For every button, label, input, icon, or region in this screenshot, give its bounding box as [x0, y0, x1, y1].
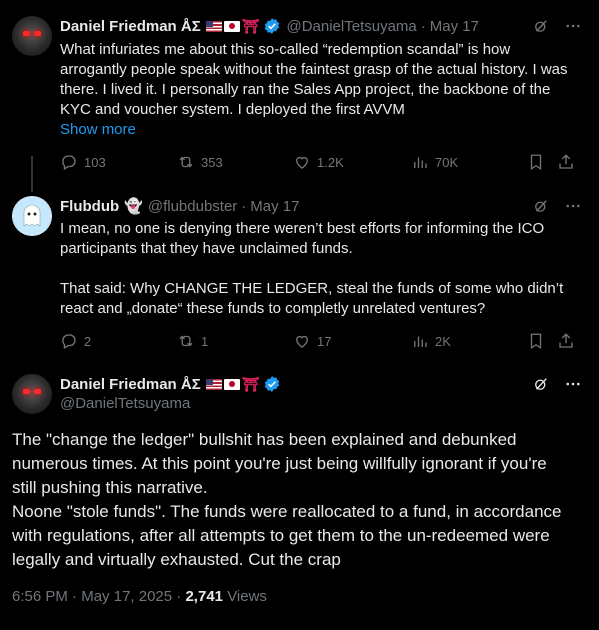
- more-icon[interactable]: [564, 197, 582, 220]
- more-icon[interactable]: [564, 375, 582, 398]
- separator: ·: [420, 17, 426, 35]
- tweet-text: The "change the ledger" bullshit has bee…: [12, 430, 562, 569]
- japan-flag-icon: [223, 20, 240, 32]
- author-name[interactable]: Flubdub: [60, 198, 119, 215]
- torii-icon: ⛩: [241, 375, 260, 392]
- avatar[interactable]: [12, 16, 52, 56]
- grok-icon[interactable]: [532, 375, 550, 398]
- views-button[interactable]: 2K: [411, 332, 451, 350]
- reply-icon: [62, 155, 76, 170]
- grok-icon[interactable]: [532, 17, 550, 40]
- tweet-2[interactable]: Flubdub 👻 @flubdubster · May 17 I mean, …: [0, 156, 599, 366]
- views-button[interactable]: 70K: [411, 153, 458, 171]
- repost-icon: [179, 335, 193, 347]
- tweet-1[interactable]: Daniel Friedman ÅΣ ⛩ @DanielTetsuyama · …: [0, 0, 599, 184]
- reply-button[interactable]: 2: [60, 332, 91, 350]
- author-handle[interactable]: @DanielTetsuyama: [60, 395, 190, 412]
- tweet-text: What infuriates me about this so-called …: [60, 41, 568, 118]
- avatar[interactable]: [12, 196, 52, 236]
- author-name[interactable]: Daniel Friedman ÅΣ: [60, 376, 201, 393]
- tweet-text: I mean, no one is denying there weren’t …: [60, 220, 564, 317]
- tweet-full-date[interactable]: May 17, 2025: [81, 588, 172, 605]
- author-handle[interactable]: @DanielTetsuyama: [286, 18, 416, 35]
- bookmark-icon[interactable]: [527, 332, 545, 350]
- separator: ·: [241, 197, 247, 215]
- view-count: 2,741: [185, 588, 224, 605]
- more-icon[interactable]: [564, 17, 582, 40]
- us-flag-icon: [205, 378, 222, 390]
- verified-icon[interactable]: [263, 17, 281, 35]
- repost-icon: [179, 156, 193, 168]
- share-icon[interactable]: [557, 153, 575, 171]
- thread-line: [31, 156, 33, 192]
- avatar[interactable]: [12, 374, 52, 414]
- flag-emojis: ⛩: [205, 17, 260, 35]
- reply-icon: [62, 334, 76, 349]
- like-icon: [296, 156, 308, 169]
- show-more-link[interactable]: Show more: [60, 121, 136, 138]
- torii-icon: ⛩: [241, 17, 260, 34]
- tweet-date[interactable]: May 17: [430, 18, 479, 35]
- bookmark-icon[interactable]: [527, 153, 545, 171]
- grok-icon[interactable]: [532, 197, 550, 220]
- views-icon: [414, 157, 427, 168]
- verified-icon[interactable]: [263, 375, 281, 393]
- views-label: Views: [227, 588, 267, 605]
- like-button[interactable]: 17: [293, 332, 331, 350]
- ghost-icon: 👻: [124, 198, 143, 215]
- tweet-actions: 103 353 1.2K 70K: [60, 153, 580, 173]
- tweet-date[interactable]: May 17: [250, 198, 299, 215]
- like-icon: [296, 335, 308, 348]
- author-name[interactable]: Daniel Friedman ÅΣ: [60, 18, 201, 35]
- reply-button[interactable]: 103: [60, 153, 106, 171]
- repost-button[interactable]: 1: [177, 332, 208, 350]
- japan-flag-icon: [223, 378, 240, 390]
- flag-emojis: ⛩: [205, 375, 260, 393]
- like-button[interactable]: 1.2K: [293, 153, 344, 171]
- views-icon: [414, 336, 427, 347]
- author-handle[interactable]: @flubdubster: [148, 198, 237, 215]
- tweet-actions: 2 1 17 2K: [60, 332, 580, 352]
- us-flag-icon: [205, 20, 222, 32]
- share-icon[interactable]: [557, 332, 575, 350]
- repost-button[interactable]: 353: [177, 153, 223, 171]
- ghost-icon: [12, 196, 52, 236]
- tweet-time[interactable]: 6:56 PM: [12, 588, 68, 605]
- tweet-meta: 6:56 PM · May 17, 2025 · 2,741 Views: [12, 588, 267, 605]
